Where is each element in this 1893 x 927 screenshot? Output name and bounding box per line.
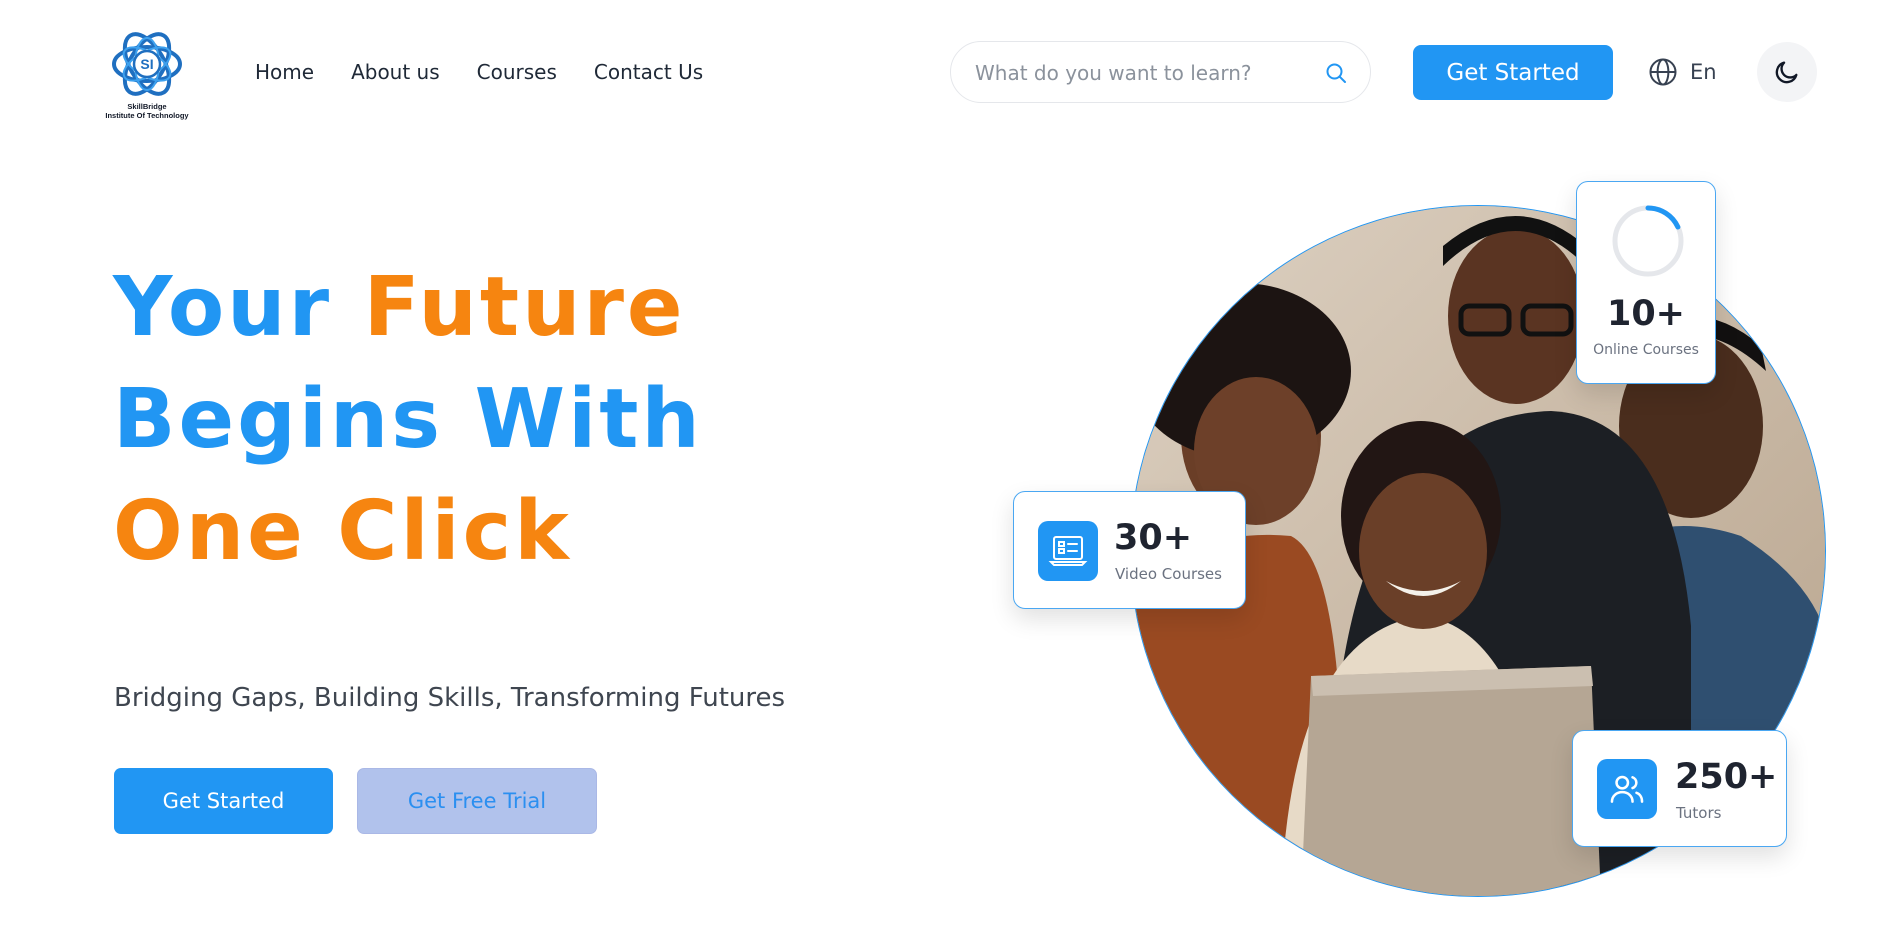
free-trial-button[interactable]: Get Free Trial [357, 768, 597, 834]
hero-headline: Your Future Begins With One Click [113, 252, 833, 588]
online-courses-value: 10+ [1606, 294, 1686, 334]
headline-word-with: With [474, 372, 703, 467]
logo-letters: SI [140, 56, 153, 72]
video-course-icon [1038, 521, 1098, 581]
brand-name-line2: Institute Of Technology [105, 111, 189, 120]
progress-ring [1612, 205, 1684, 277]
headline-word-click: Click [337, 484, 572, 579]
brand-logo[interactable]: SI SkillBridge Institute Of Technology [97, 26, 197, 124]
brand-name-line1: SkillBridge [127, 102, 167, 111]
header-get-started-button[interactable]: Get Started [1413, 45, 1613, 100]
online-courses-label: Online Courses [1593, 342, 1699, 358]
main-nav: Home About us Courses Contact Us [255, 58, 703, 86]
search-input[interactable] [975, 56, 1305, 90]
search-bar [950, 41, 1371, 103]
headline-word-begins: Begins [113, 372, 444, 467]
language-label: En [1690, 60, 1717, 84]
globe-icon [1649, 58, 1677, 86]
nav-about-us[interactable]: About us [351, 58, 440, 86]
brand-name: SkillBridge Institute Of Technology [97, 102, 197, 120]
headline-word-future: Future [363, 260, 686, 355]
hero-tagline: Bridging Gaps, Building Skills, Transfor… [114, 683, 786, 713]
online-courses-card: 10+ Online Courses [1576, 181, 1716, 384]
video-courses-value: 30+ [1114, 518, 1193, 558]
language-selector[interactable]: En [1648, 56, 1717, 88]
video-courses-label: Video Courses [1115, 565, 1222, 583]
hero-get-started-button[interactable]: Get Started [114, 768, 333, 834]
logo-emblem-icon: SI [112, 32, 182, 96]
search-icon[interactable] [1324, 61, 1348, 85]
tutors-card: 250+ Tutors [1572, 730, 1787, 847]
headline-word-your: Your [113, 260, 333, 355]
nav-home[interactable]: Home [255, 58, 314, 86]
nav-courses[interactable]: Courses [477, 58, 557, 86]
video-courses-card: 30+ Video Courses [1013, 491, 1246, 609]
theme-toggle-button[interactable] [1757, 42, 1817, 102]
moon-icon [1775, 61, 1798, 84]
nav-contact-us[interactable]: Contact Us [594, 58, 703, 86]
headline-word-one: One [113, 484, 306, 579]
users-icon [1597, 759, 1657, 819]
tutors-value: 250+ [1675, 757, 1778, 797]
tutors-label: Tutors [1676, 804, 1722, 822]
